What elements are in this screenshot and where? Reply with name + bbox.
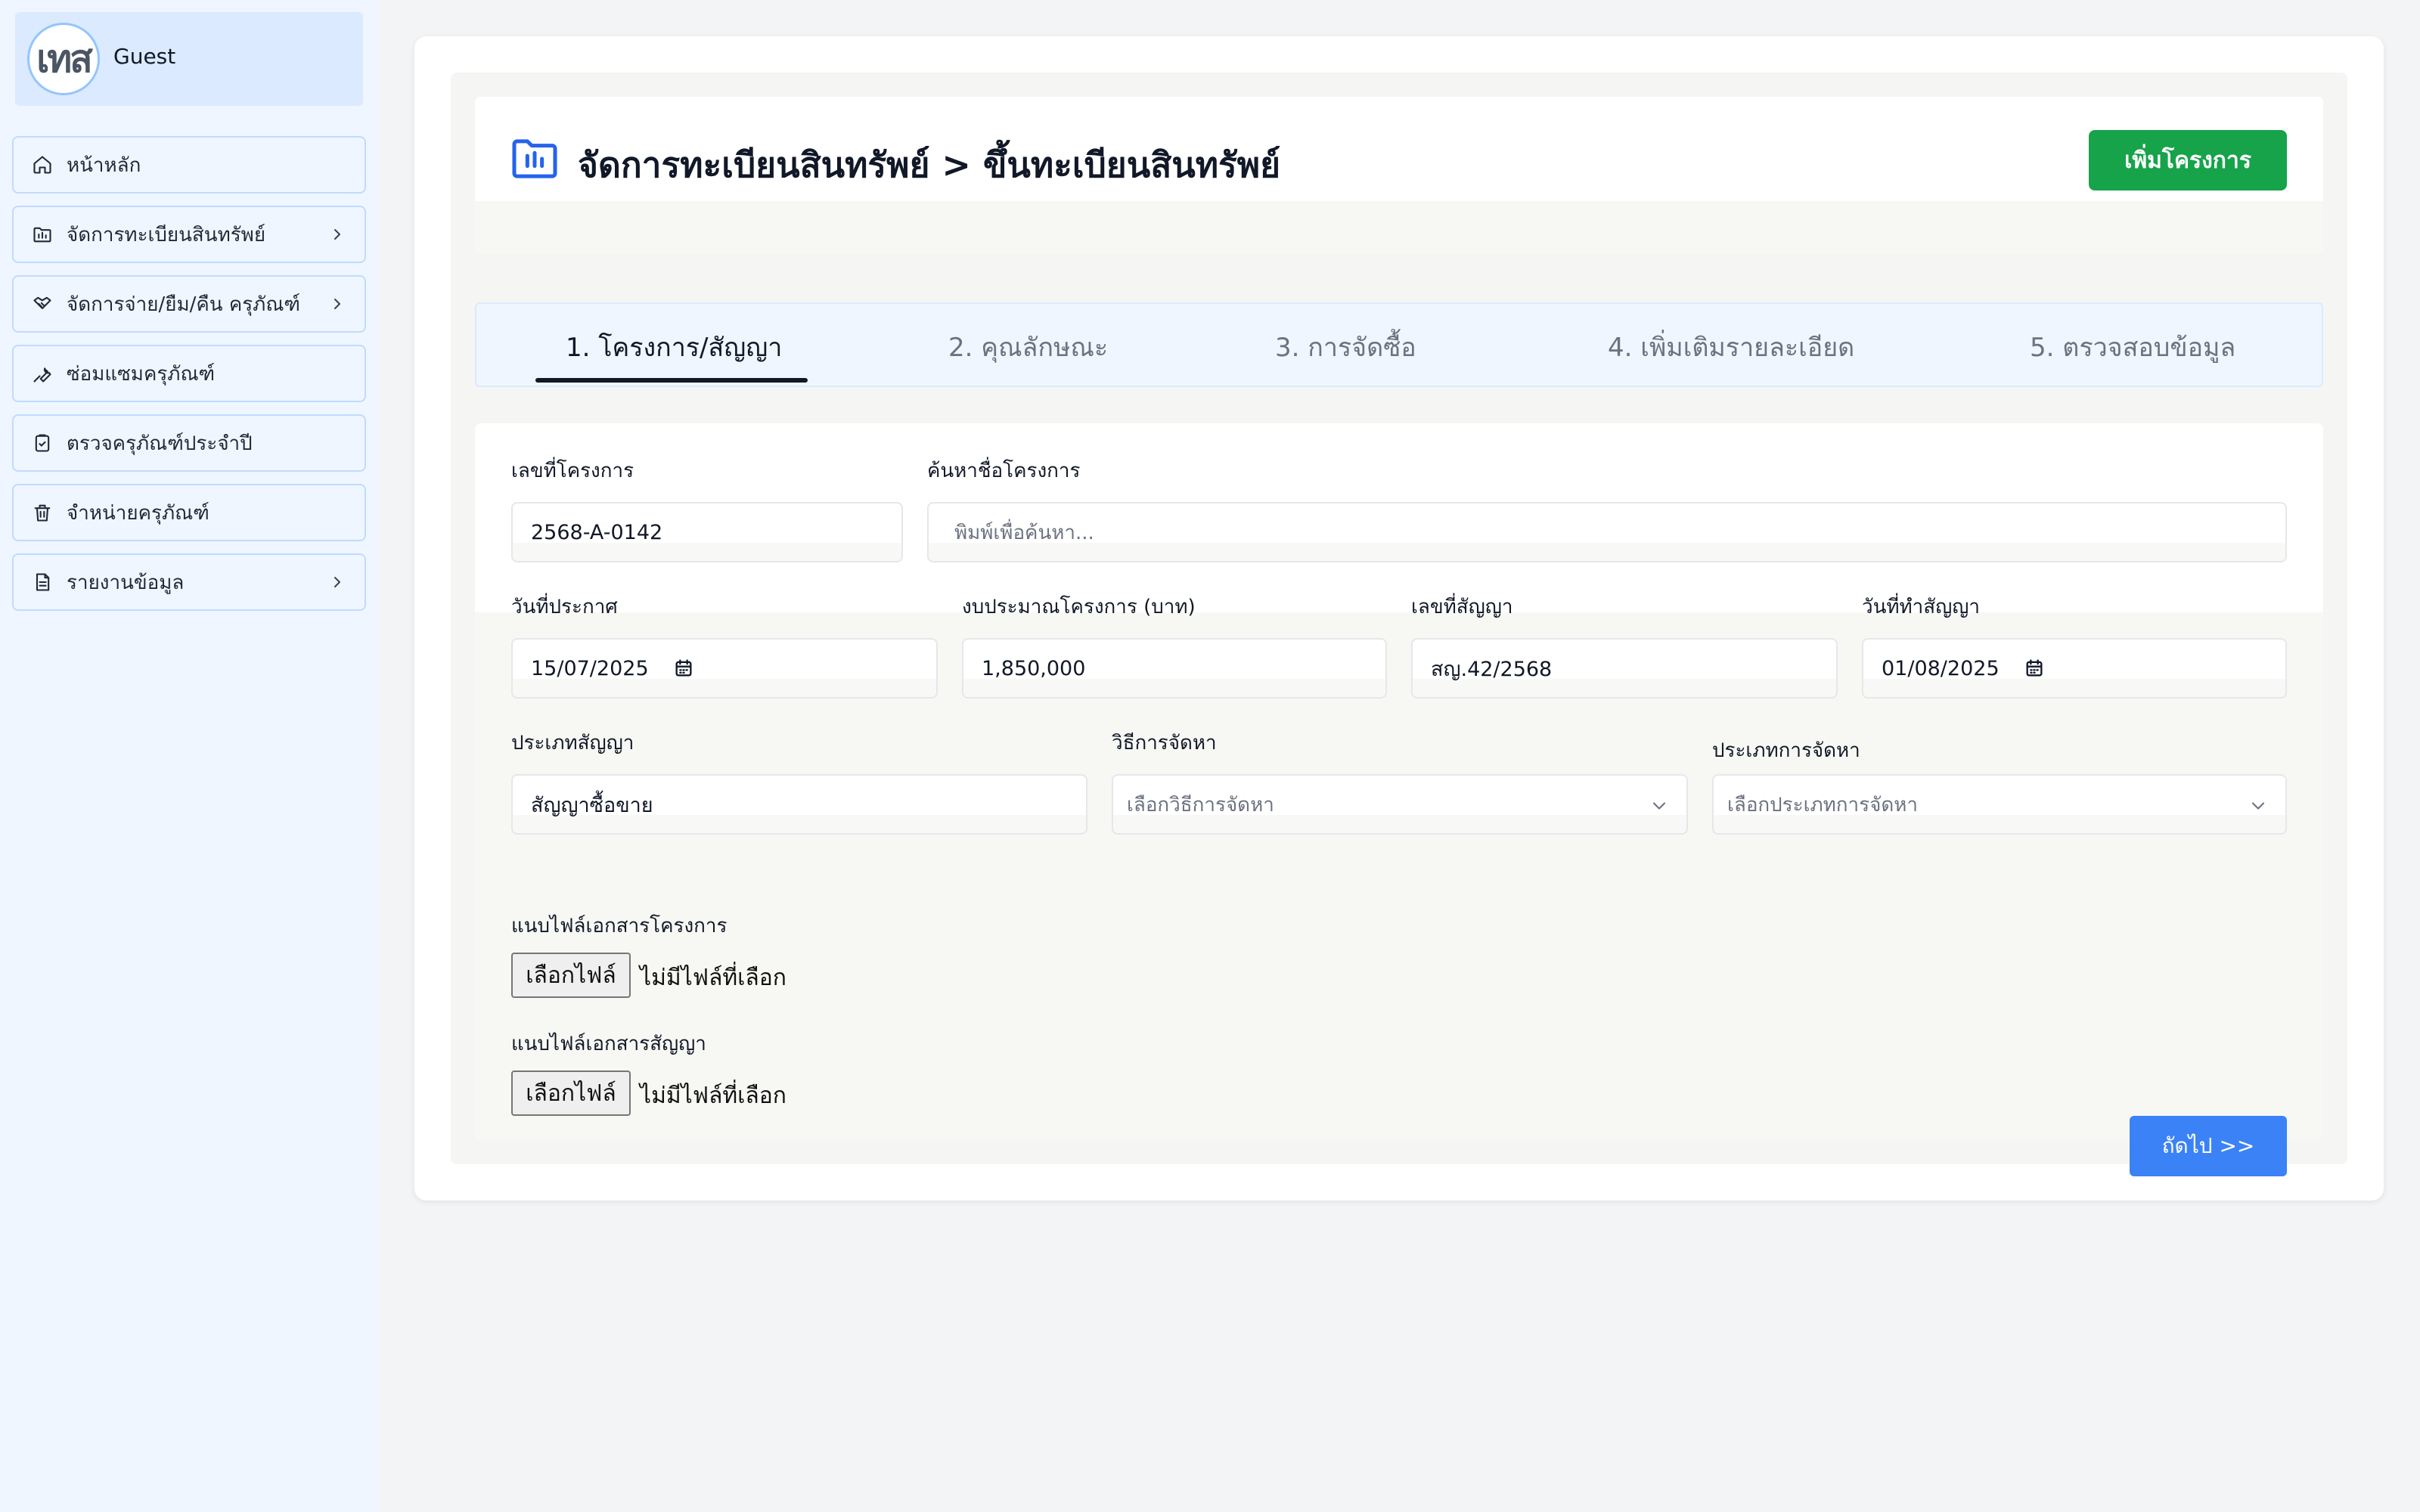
sidebar-item-label: รายงานข้อมูล	[67, 571, 185, 594]
procurement-type-placeholder: เลือกประเภทการจัดหา	[1727, 793, 1918, 816]
chevron-down-icon	[2251, 802, 2265, 810]
contract-date-field[interactable]: 01/08/2025	[1862, 638, 2287, 699]
contract-type-field[interactable]: สัญญาซื้อขาย	[511, 774, 1087, 835]
sidebar: เทส Guest หน้าหลัก จัดการทะเบียนสินทรัพย…	[0, 0, 378, 1512]
chevron-right-icon	[334, 577, 340, 587]
sidebar-item-label: จำหน่ายครุภัณฑ์	[67, 501, 209, 525]
home-icon	[33, 156, 51, 174]
contract-type-value: สัญญาซื้อขาย	[531, 793, 653, 817]
user-name: Guest	[113, 44, 176, 69]
procurement-method-label: วิธีการจัดหา	[1112, 732, 1217, 754]
procurement-type-label: ประเภทการจัดหา	[1712, 739, 1860, 762]
contract-file-choose-button[interactable]: เลือกไฟล์	[511, 1070, 631, 1116]
tab-review[interactable]: 5. ตรวจสอบข้อมูล	[2030, 327, 2235, 367]
search-placeholder: พิมพ์เพื่อค้นหา...	[954, 521, 1094, 544]
contract-type-label: ประเภทสัญญา	[511, 732, 634, 754]
sidebar-item-lend-return[interactable]: จัดการจ่าย/ยืม/คืน ครุภัณฑ์	[12, 275, 366, 333]
budget-value: 1,850,000	[982, 656, 1086, 680]
content-panel: จัดการทะเบียนสินทรัพย์ > ขึ้นทะเบียนสินท…	[451, 73, 2347, 1176]
contract-file-status: ไม่มีไฟล์ที่เลือก	[640, 1083, 786, 1109]
announce-date-field[interactable]: 15/07/2025	[511, 638, 938, 699]
chevron-right-icon	[334, 229, 340, 240]
clipboard-check-icon	[35, 434, 50, 452]
tab-specifications[interactable]: 2. คุณลักษณะ	[948, 327, 1108, 367]
sidebar-item-asset-registry[interactable]: จัดการทะเบียนสินทรัพย์	[12, 206, 366, 263]
folder-chart-icon	[512, 139, 557, 178]
handshake-icon	[33, 296, 51, 309]
step-tabs: 1. โครงการ/สัญญา 2. คุณลักษณะ 3. การจัดซ…	[475, 302, 2323, 387]
procurement-method-placeholder: เลือกวิธีการจัดหา	[1127, 793, 1274, 816]
project-no-field[interactable]: 2568-A-0142	[511, 502, 903, 562]
search-project-label: ค้นหาชื่อโครงการ	[927, 460, 1081, 482]
sidebar-item-disposal[interactable]: จำหน่ายครุภัณฑ์	[12, 484, 366, 541]
project-no-value: 2568-A-0142	[531, 520, 663, 544]
folder-chart-icon	[33, 227, 51, 243]
document-icon	[36, 573, 50, 591]
project-no-label: เลขที่โครงการ	[511, 460, 634, 482]
contract-date-label: วันที่ทำสัญญา	[1862, 596, 1981, 618]
procurement-method-select[interactable]: เลือกวิธีการจัดหา	[1112, 774, 1688, 835]
procurement-type-select[interactable]: เลือกประเภทการจัดหา	[1712, 774, 2287, 835]
chevron-down-icon	[1652, 802, 1666, 810]
avatar: เทส	[27, 23, 100, 95]
announce-date-value: 15/07/2025	[531, 656, 649, 680]
sidebar-item-repair[interactable]: ซ่อมแซมครุภัณฑ์	[12, 345, 366, 402]
tab-procurement[interactable]: 3. การจัดซื้อ	[1275, 327, 1416, 367]
sidebar-item-home[interactable]: หน้าหลัก	[12, 136, 366, 194]
sidebar-item-label: ตรวจครุภัณฑ์ประจำปี	[67, 432, 253, 455]
search-project-input[interactable]: พิมพ์เพื่อค้นหา...	[927, 502, 2287, 562]
avatar-text: เทส	[36, 36, 93, 81]
calendar-icon[interactable]	[673, 658, 694, 679]
user-profile[interactable]: เทส Guest	[15, 12, 363, 106]
project-contract-form: เลขที่โครงการ 2568-A-0142 ค้นหาชื่อโครงก…	[475, 423, 2323, 1176]
sidebar-item-label: จัดการจ่าย/ยืม/คืน ครุภัณฑ์	[67, 293, 301, 316]
contract-date-value: 01/08/2025	[1882, 656, 2000, 680]
trash-icon	[34, 504, 51, 522]
sidebar-item-reports[interactable]: รายงานข้อมูล	[12, 553, 366, 611]
sidebar-item-annual-check[interactable]: ตรวจครุภัณฑ์ประจำปี	[12, 414, 366, 472]
next-button[interactable]: ถัดไป >>	[2130, 1116, 2287, 1176]
contract-file-label: แนบไฟล์เอกสารสัญญา	[511, 1033, 706, 1055]
contract-no-field[interactable]: สญ.42/2568	[1411, 638, 1838, 699]
tab-project-contract[interactable]: 1. โครงการ/สัญญา	[566, 327, 782, 367]
page-header: จัดการทะเบียนสินทรัพย์ > ขึ้นทะเบียนสินท…	[475, 97, 2323, 254]
page-title: จัดการทะเบียนสินทรัพย์ > ขึ้นทะเบียนสินท…	[578, 144, 1281, 185]
wrench-icon	[33, 367, 51, 383]
budget-field[interactable]: 1,850,000	[962, 638, 1387, 699]
contract-no-label: เลขที่สัญญา	[1411, 596, 1513, 618]
budget-label: งบประมาณโครงการ (บาท)	[962, 596, 1196, 618]
project-file-label: แนบไฟล์เอกสารโครงการ	[511, 915, 728, 937]
announce-date-label: วันที่ประกาศ	[511, 596, 618, 618]
project-file-status: ไม่มีไฟล์ที่เลือก	[640, 965, 786, 991]
active-tab-indicator	[535, 378, 808, 383]
sidebar-item-label: จัดการทะเบียนสินทรัพย์	[67, 223, 266, 246]
chevron-right-icon	[334, 299, 340, 309]
sidebar-item-label: ซ่อมแซมครุภัณฑ์	[67, 362, 216, 386]
project-file-choose-button[interactable]: เลือกไฟล์	[511, 953, 631, 998]
sidebar-item-label: หน้าหลัก	[67, 153, 141, 177]
main-card: จัดการทะเบียนสินทรัพย์ > ขึ้นทะเบียนสินท…	[414, 36, 2384, 1201]
calendar-icon[interactable]	[2024, 658, 2045, 679]
contract-no-value: สญ.42/2568	[1431, 657, 1553, 681]
tab-additional-details[interactable]: 4. เพิ่มเติมรายละเอียด	[1608, 327, 1854, 367]
add-project-button[interactable]: เพิ่มโครงการ	[2089, 130, 2287, 191]
